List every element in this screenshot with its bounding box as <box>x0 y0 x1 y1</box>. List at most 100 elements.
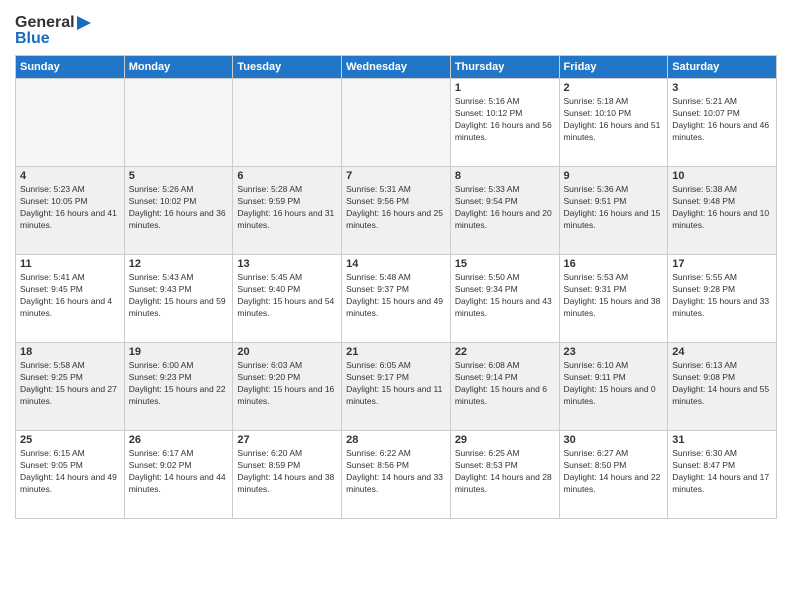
calendar-cell-27: 27 Sunrise: 6:20 AMSunset: 8:59 PMDayligh… <box>233 431 342 519</box>
calendar-cell-21: 21 Sunrise: 6:05 AMSunset: 9:17 PMDayligh… <box>342 343 451 431</box>
day-number: 28 <box>346 434 446 446</box>
day-number: 10 <box>672 170 772 182</box>
calendar-cell-empty <box>124 79 233 167</box>
day-info: Sunrise: 5:48 AMSunset: 9:37 PMDaylight:… <box>346 272 446 320</box>
calendar-cell-10: 10 Sunrise: 5:38 AMSunset: 9:48 PMDayligh… <box>668 167 777 255</box>
logo: General Blue <box>15 10 91 47</box>
day-info: Sunrise: 6:25 AMSunset: 8:53 PMDaylight:… <box>455 448 555 496</box>
calendar-cell-6: 6 Sunrise: 5:28 AMSunset: 9:59 PMDaylight… <box>233 167 342 255</box>
day-number: 15 <box>455 258 555 270</box>
calendar-page: General Blue SundayMondayTuesdayWednesda… <box>0 0 792 612</box>
calendar-cell-4: 4 Sunrise: 5:23 AMSunset: 10:05 PMDayligh… <box>16 167 125 255</box>
calendar-cell-13: 13 Sunrise: 5:45 AMSunset: 9:40 PMDayligh… <box>233 255 342 343</box>
weekday-header-monday: Monday <box>124 56 233 79</box>
day-info: Sunrise: 6:00 AMSunset: 9:23 PMDaylight:… <box>129 360 229 408</box>
calendar-cell-19: 19 Sunrise: 6:00 AMSunset: 9:23 PMDayligh… <box>124 343 233 431</box>
day-number: 17 <box>672 258 772 270</box>
day-number: 7 <box>346 170 446 182</box>
calendar-cell-29: 29 Sunrise: 6:25 AMSunset: 8:53 PMDayligh… <box>450 431 559 519</box>
day-number: 29 <box>455 434 555 446</box>
day-info: Sunrise: 6:05 AMSunset: 9:17 PMDaylight:… <box>346 360 446 408</box>
calendar-cell-1: 1Sunrise: 5:16 AMSunset: 10:12 PMDayligh… <box>450 79 559 167</box>
header: General Blue <box>15 10 777 47</box>
day-number: 19 <box>129 346 229 358</box>
day-info: Sunrise: 6:10 AMSunset: 9:11 PMDaylight:… <box>564 360 664 408</box>
calendar-cell-empty <box>16 79 125 167</box>
day-number: 4 <box>20 170 120 182</box>
day-number: 9 <box>564 170 664 182</box>
calendar-cell-12: 12Sunrise: 5:43 AMSunset: 9:43 PMDayligh… <box>124 255 233 343</box>
calendar-cell-18: 18 Sunrise: 5:58 AMSunset: 9:25 PMDayligh… <box>16 343 125 431</box>
calendar-cell-28: 28 Sunrise: 6:22 AMSunset: 8:56 PMDayligh… <box>342 431 451 519</box>
weekday-header-row: SundayMondayTuesdayWednesdayThursdayFrid… <box>16 56 777 79</box>
calendar-cell-31: 31 Sunrise: 6:30 AMSunset: 8:47 PMDayligh… <box>668 431 777 519</box>
calendar-cell-empty <box>233 79 342 167</box>
week-row-5: 25 Sunrise: 6:15 AMSunset: 9:05 PMDayligh… <box>16 431 777 519</box>
calendar-cell-15: 15 Sunrise: 5:50 AMSunset: 9:34 PMDayligh… <box>450 255 559 343</box>
week-row-3: 11 Sunrise: 5:41 AMSunset: 9:45 PMDayligh… <box>16 255 777 343</box>
day-number: 18 <box>20 346 120 358</box>
week-row-2: 4 Sunrise: 5:23 AMSunset: 10:05 PMDayligh… <box>16 167 777 255</box>
day-info: Sunrise: 5:26 AMSunset: 10:02 PMDaylight… <box>129 184 229 232</box>
day-number: 22 <box>455 346 555 358</box>
logo-general: General <box>15 15 91 31</box>
day-number: 21 <box>346 346 446 358</box>
day-info: Sunrise: 5:38 AMSunset: 9:48 PMDaylight:… <box>672 184 772 232</box>
week-row-4: 18 Sunrise: 5:58 AMSunset: 9:25 PMDayligh… <box>16 343 777 431</box>
calendar-cell-9: 9 Sunrise: 5:36 AMSunset: 9:51 PMDaylight… <box>559 167 668 255</box>
week-row-1: 1Sunrise: 5:16 AMSunset: 10:12 PMDayligh… <box>16 79 777 167</box>
day-number: 31 <box>672 434 772 446</box>
day-info: Sunrise: 5:58 AMSunset: 9:25 PMDaylight:… <box>20 360 120 408</box>
day-info: Sunrise: 6:30 AMSunset: 8:47 PMDaylight:… <box>672 448 772 496</box>
weekday-header-sunday: Sunday <box>16 56 125 79</box>
day-number: 27 <box>237 434 337 446</box>
weekday-header-saturday: Saturday <box>668 56 777 79</box>
day-number: 11 <box>20 258 120 270</box>
weekday-header-thursday: Thursday <box>450 56 559 79</box>
day-number: 1 <box>455 82 555 94</box>
day-number: 5 <box>129 170 229 182</box>
day-info: Sunrise: 6:27 AMSunset: 8:50 PMDaylight:… <box>564 448 664 496</box>
day-number: 26 <box>129 434 229 446</box>
calendar-cell-22: 22Sunrise: 6:08 AMSunset: 9:14 PMDayligh… <box>450 343 559 431</box>
day-info: Sunrise: 5:18 AMSunset: 10:10 PMDaylight… <box>564 96 664 144</box>
day-info: Sunrise: 5:50 AMSunset: 9:34 PMDaylight:… <box>455 272 555 320</box>
calendar-cell-26: 26 Sunrise: 6:17 AMSunset: 9:02 PMDayligh… <box>124 431 233 519</box>
day-number: 8 <box>455 170 555 182</box>
calendar-cell-5: 5 Sunrise: 5:26 AMSunset: 10:02 PMDayligh… <box>124 167 233 255</box>
day-info: Sunrise: 5:23 AMSunset: 10:05 PMDaylight… <box>20 184 120 232</box>
day-info: Sunrise: 6:13 AMSunset: 9:08 PMDaylight:… <box>672 360 772 408</box>
day-info: Sunrise: 6:22 AMSunset: 8:56 PMDaylight:… <box>346 448 446 496</box>
weekday-header-wednesday: Wednesday <box>342 56 451 79</box>
day-info: Sunrise: 5:41 AMSunset: 9:45 PMDaylight:… <box>20 272 120 320</box>
day-info: Sunrise: 6:20 AMSunset: 8:59 PMDaylight:… <box>237 448 337 496</box>
logo-arrow-icon <box>77 16 91 30</box>
day-number: 24 <box>672 346 772 358</box>
logo-blue: Blue <box>15 31 91 47</box>
calendar-cell-17: 17 Sunrise: 5:55 AMSunset: 9:28 PMDayligh… <box>668 255 777 343</box>
day-number: 25 <box>20 434 120 446</box>
day-number: 23 <box>564 346 664 358</box>
calendar-cell-3: 3Sunrise: 5:21 AMSunset: 10:07 PMDayligh… <box>668 79 777 167</box>
day-number: 16 <box>564 258 664 270</box>
day-info: Sunrise: 5:45 AMSunset: 9:40 PMDaylight:… <box>237 272 337 320</box>
day-number: 12 <box>129 258 229 270</box>
calendar-cell-2: 2Sunrise: 5:18 AMSunset: 10:10 PMDayligh… <box>559 79 668 167</box>
calendar-table: SundayMondayTuesdayWednesdayThursdayFrid… <box>15 55 777 519</box>
weekday-header-friday: Friday <box>559 56 668 79</box>
day-number: 6 <box>237 170 337 182</box>
day-info: Sunrise: 5:53 AMSunset: 9:31 PMDaylight:… <box>564 272 664 320</box>
calendar-cell-24: 24 Sunrise: 6:13 AMSunset: 9:08 PMDayligh… <box>668 343 777 431</box>
day-info: Sunrise: 5:55 AMSunset: 9:28 PMDaylight:… <box>672 272 772 320</box>
day-number: 13 <box>237 258 337 270</box>
day-info: Sunrise: 5:21 AMSunset: 10:07 PMDaylight… <box>672 96 772 144</box>
day-info: Sunrise: 5:31 AMSunset: 9:56 PMDaylight:… <box>346 184 446 232</box>
day-info: Sunrise: 5:28 AMSunset: 9:59 PMDaylight:… <box>237 184 337 232</box>
day-info: Sunrise: 6:17 AMSunset: 9:02 PMDaylight:… <box>129 448 229 496</box>
day-info: Sunrise: 5:36 AMSunset: 9:51 PMDaylight:… <box>564 184 664 232</box>
day-info: Sunrise: 6:15 AMSunset: 9:05 PMDaylight:… <box>20 448 120 496</box>
calendar-cell-11: 11 Sunrise: 5:41 AMSunset: 9:45 PMDayligh… <box>16 255 125 343</box>
calendar-cell-25: 25 Sunrise: 6:15 AMSunset: 9:05 PMDayligh… <box>16 431 125 519</box>
calendar-cell-8: 8Sunrise: 5:33 AMSunset: 9:54 PMDaylight… <box>450 167 559 255</box>
calendar-cell-20: 20Sunrise: 6:03 AMSunset: 9:20 PMDayligh… <box>233 343 342 431</box>
